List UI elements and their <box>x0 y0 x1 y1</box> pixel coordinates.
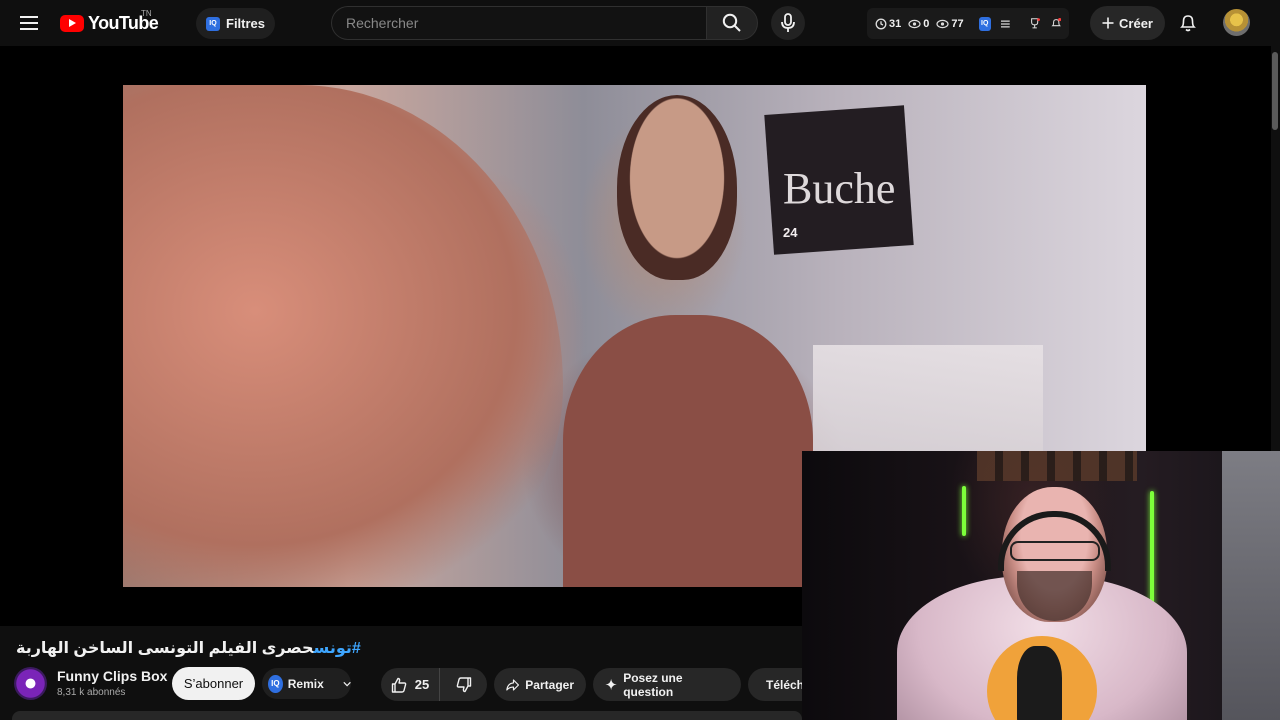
sparkle-icon <box>605 678 617 691</box>
ask-question-label: Posez une question <box>623 670 683 699</box>
shirt-print-figure <box>1017 646 1062 720</box>
box-number: 24 <box>783 225 798 240</box>
box-label: Buche <box>783 164 896 213</box>
subscriber-count: 8,31 k abonnés <box>57 687 126 698</box>
download-button[interactable]: Télécharger <box>748 668 802 701</box>
list-icon[interactable] <box>1000 19 1011 29</box>
foreground-shoulder <box>123 85 563 587</box>
like-count: 25 <box>414 677 430 692</box>
thumbs-up-icon <box>391 677 407 693</box>
video-title: #تونسحصرى الفيلم التونسى الساخن الهاربة <box>16 638 796 660</box>
logo-region: TN <box>141 9 152 18</box>
share-icon <box>506 678 520 691</box>
search-icon <box>722 13 741 32</box>
channel-name[interactable]: Funny Clips Box <box>57 668 167 684</box>
remix-button[interactable]: IQ Remix <box>262 668 351 699</box>
plus-icon <box>1102 17 1114 29</box>
notification-alert-icon[interactable] <box>1051 17 1061 30</box>
title-text: حصرى الفيلم التونسى الساخن الهاربة <box>16 640 314 657</box>
webcam-overlay <box>802 451 1280 720</box>
like-button[interactable]: 25 <box>381 668 440 701</box>
title-hashtag[interactable]: #تونس <box>314 640 361 657</box>
microphone-icon <box>781 13 795 32</box>
search-input[interactable] <box>346 15 706 31</box>
play-icon <box>60 14 84 32</box>
dislike-button[interactable] <box>440 668 487 701</box>
actor-body <box>563 315 813 587</box>
neon-light <box>962 486 966 536</box>
account-avatar[interactable] <box>1223 9 1250 36</box>
iq-icon: IQ <box>268 674 283 693</box>
eye-icon <box>936 19 949 28</box>
eye-icon <box>908 19 921 28</box>
notifications-button[interactable] <box>1173 8 1203 38</box>
search-button[interactable] <box>706 6 758 40</box>
search-box <box>331 6 706 40</box>
views-count-1: 0 <box>923 17 930 30</box>
chevron-down-icon <box>343 681 351 687</box>
description-panel-edge[interactable] <box>12 711 802 720</box>
share-button[interactable]: Partager <box>494 668 586 701</box>
voice-search-button[interactable] <box>771 6 805 40</box>
ask-question-button[interactable]: Posez une question <box>593 668 741 701</box>
views-stat-1[interactable]: 0 <box>908 18 929 30</box>
watch-time-count: 31 <box>889 17 902 30</box>
filters-label: Filtres <box>226 16 266 31</box>
webcam-wall <box>1222 451 1280 720</box>
top-bar: YouTube TN IQ Filtres 31 0 77 IQ Cré <box>0 0 1280 46</box>
clock-icon <box>875 18 887 29</box>
bell-icon <box>1180 15 1196 32</box>
create-button[interactable]: Créer <box>1090 6 1165 40</box>
webcam-shelf <box>977 451 1137 481</box>
download-label: Télécharger <box>766 677 802 692</box>
scrollbar-thumb[interactable] <box>1272 52 1278 130</box>
channel-avatar[interactable] <box>14 667 47 700</box>
iq-icon: IQ <box>206 16 220 31</box>
trophy-icon[interactable] <box>1029 17 1041 30</box>
like-dislike-group: 25 <box>381 668 487 701</box>
views-stat-2[interactable]: 77 <box>936 17 964 30</box>
share-label: Partager <box>525 677 574 692</box>
youtube-logo[interactable]: YouTube TN <box>60 9 159 35</box>
extension-stats-bar: 31 0 77 IQ <box>867 8 1069 39</box>
remix-label: Remix <box>287 676 324 691</box>
thumbs-down-icon <box>456 676 471 692</box>
iq-icon[interactable]: IQ <box>978 16 991 31</box>
watch-time-stat[interactable]: 31 <box>875 18 901 30</box>
filters-button[interactable]: IQ Filtres <box>196 8 276 39</box>
views-count-2: 77 <box>951 17 964 30</box>
create-label: Créer <box>1119 15 1153 31</box>
actor-head <box>617 95 737 280</box>
subscribe-button[interactable]: S’abonner <box>172 667 255 700</box>
menu-icon[interactable] <box>16 9 44 37</box>
